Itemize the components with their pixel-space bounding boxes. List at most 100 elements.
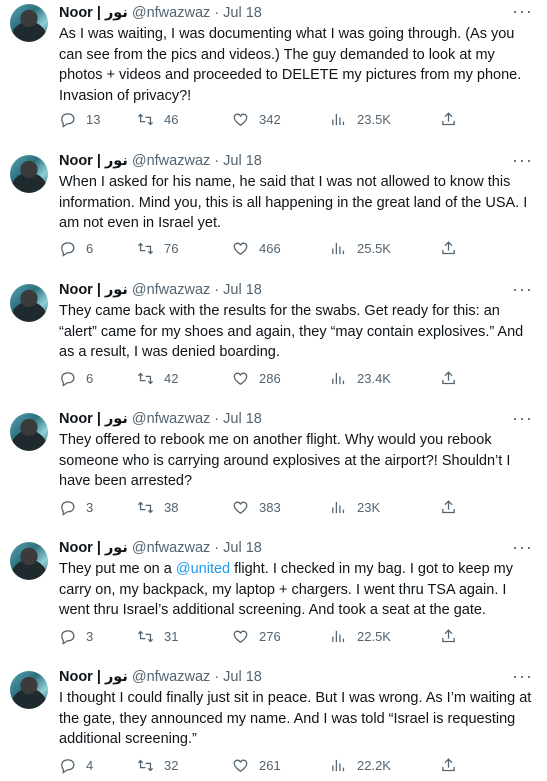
- reply-button[interactable]: 6: [59, 238, 93, 258]
- retweet-button[interactable]: 31: [137, 626, 178, 646]
- like-button[interactable]: 261: [232, 755, 281, 775]
- share-button[interactable]: [440, 497, 467, 517]
- tweet-text: They put me on a @united flight. I check…: [59, 559, 541, 621]
- tweet-header: Noor | نور @nfwazwaz · Jul 18: [59, 538, 262, 558]
- reply-button[interactable]: 3: [59, 497, 93, 517]
- views-button[interactable]: 25.5K: [330, 238, 391, 258]
- view-count: 23.4K: [357, 370, 391, 386]
- retweet-icon: [137, 501, 154, 513]
- share-button[interactable]: [440, 368, 467, 388]
- retweet-count: 31: [164, 628, 179, 644]
- handle[interactable]: @nfwazwaz: [132, 153, 210, 169]
- reply-icon: [61, 629, 75, 645]
- retweet-icon: [137, 630, 154, 642]
- avatar[interactable]: [10, 284, 48, 322]
- timestamp[interactable]: Jul 18: [223, 153, 262, 169]
- more-icon[interactable]: ···: [512, 667, 533, 687]
- retweet-button[interactable]: 38: [137, 497, 178, 517]
- views-button[interactable]: 23.5K: [330, 109, 391, 129]
- reply-icon: [61, 112, 75, 128]
- avatar[interactable]: [10, 671, 48, 709]
- views-icon: [332, 630, 345, 642]
- avatar[interactable]: [10, 413, 48, 451]
- timestamp[interactable]: Jul 18: [223, 282, 262, 298]
- separator: ·: [214, 282, 220, 298]
- reply-count: 4: [86, 757, 94, 773]
- more-icon[interactable]: ···: [512, 409, 533, 429]
- timestamp[interactable]: Jul 18: [223, 5, 262, 21]
- reply-button[interactable]: 6: [59, 368, 93, 388]
- share-icon: [442, 757, 455, 771]
- display-name[interactable]: Noor | نور: [59, 5, 128, 21]
- views-icon: [332, 759, 345, 771]
- more-icon[interactable]: ···: [512, 538, 533, 558]
- like-button[interactable]: 383: [232, 497, 281, 517]
- share-button[interactable]: [440, 238, 467, 258]
- reply-count: 13: [86, 111, 101, 127]
- reply-button[interactable]: 3: [59, 626, 93, 646]
- heart-icon: [233, 630, 248, 643]
- reply-count: 6: [86, 240, 94, 256]
- like-button[interactable]: 342: [232, 109, 281, 129]
- tweet-text: They came back with the results for the …: [59, 303, 524, 361]
- like-button[interactable]: 276: [232, 626, 281, 646]
- share-icon: [442, 111, 455, 125]
- handle[interactable]: @nfwazwaz: [132, 411, 210, 427]
- views-button[interactable]: 23.4K: [330, 368, 391, 388]
- views-button[interactable]: 23K: [330, 497, 380, 517]
- reply-count: 3: [86, 628, 94, 644]
- retweet-button[interactable]: 32: [137, 755, 178, 775]
- more-icon[interactable]: ···: [512, 151, 533, 171]
- display-name[interactable]: Noor | نور: [59, 540, 128, 556]
- avatar[interactable]: [10, 542, 48, 580]
- reply-button[interactable]: 13: [59, 109, 100, 129]
- display-name[interactable]: Noor | نور: [59, 669, 128, 685]
- views-icon: [332, 242, 345, 254]
- timestamp[interactable]: Jul 18: [223, 540, 262, 556]
- avatar[interactable]: [10, 155, 48, 193]
- mention-link[interactable]: @united: [176, 561, 230, 577]
- tweet-header: Noor | نور @nfwazwaz · Jul 18: [59, 151, 262, 171]
- retweet-button[interactable]: 42: [137, 368, 178, 388]
- views-icon: [332, 113, 345, 125]
- reply-icon: [61, 758, 75, 774]
- retweet-button[interactable]: 46: [137, 109, 178, 129]
- tweet-actions: 3 31 276 22.5K: [59, 626, 529, 646]
- view-count: 23K: [357, 499, 381, 515]
- views-button[interactable]: 22.2K: [330, 755, 391, 775]
- handle[interactable]: @nfwazwaz: [132, 282, 210, 298]
- display-name[interactable]: Noor | نور: [59, 282, 128, 298]
- more-icon[interactable]: ···: [512, 2, 533, 22]
- heart-icon: [233, 759, 248, 772]
- separator: ·: [214, 153, 220, 169]
- retweet-count: 76: [164, 240, 179, 256]
- reply-icon: [61, 241, 75, 257]
- separator: ·: [214, 411, 220, 427]
- retweet-button[interactable]: 76: [137, 238, 178, 258]
- retweet-icon: [137, 759, 154, 771]
- timestamp[interactable]: Jul 18: [223, 669, 262, 685]
- reply-count: 3: [86, 499, 94, 515]
- handle[interactable]: @nfwazwaz: [132, 540, 210, 556]
- view-count: 22.2K: [357, 757, 391, 773]
- share-button[interactable]: [440, 626, 467, 646]
- handle[interactable]: @nfwazwaz: [132, 669, 210, 685]
- tweet-header: Noor | نور @nfwazwaz · Jul 18: [59, 667, 262, 687]
- share-button[interactable]: [440, 755, 467, 775]
- share-button[interactable]: [440, 109, 467, 129]
- tweet-text: When I asked for his name, he said that …: [59, 174, 528, 232]
- display-name[interactable]: Noor | نور: [59, 411, 128, 427]
- handle[interactable]: @nfwazwaz: [132, 5, 210, 21]
- avatar[interactable]: [10, 4, 48, 42]
- display-name[interactable]: Noor | نور: [59, 153, 128, 169]
- views-button[interactable]: 22.5K: [330, 626, 391, 646]
- like-button[interactable]: 466: [232, 238, 281, 258]
- tweet-text: As I was waiting, I was documenting what…: [59, 26, 522, 104]
- tweet-text-start: They put me on a: [59, 561, 176, 577]
- reply-button[interactable]: 4: [59, 755, 93, 775]
- timestamp[interactable]: Jul 18: [223, 411, 262, 427]
- like-count: 261: [259, 757, 281, 773]
- more-icon[interactable]: ···: [512, 280, 533, 300]
- like-button[interactable]: 286: [232, 368, 281, 388]
- tweet-actions: 13 46 342 23.5K: [59, 109, 529, 129]
